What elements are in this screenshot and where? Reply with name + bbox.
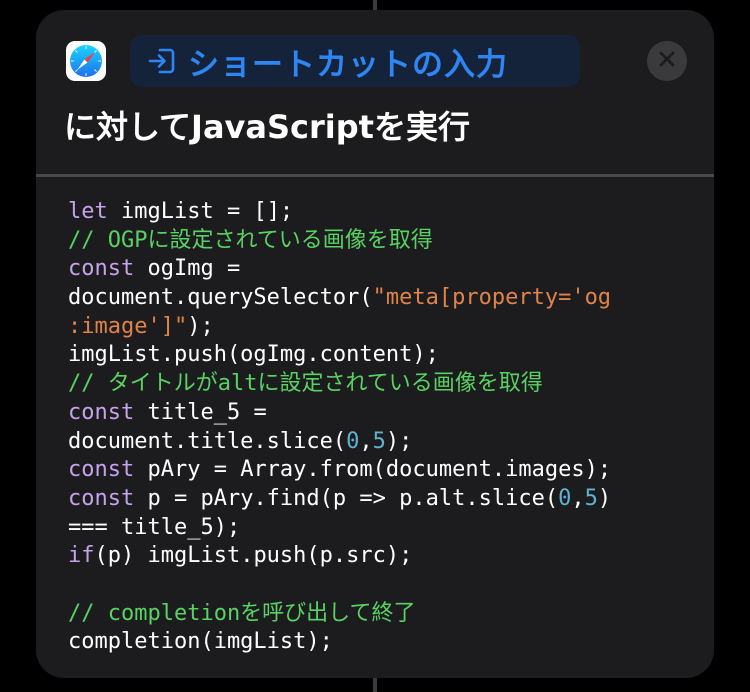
close-icon [659,51,675,71]
code-token: const [68,399,135,425]
code-token: ); [187,313,214,339]
safari-compass-icon [66,41,106,81]
code-line: const ogImg = [68,255,688,284]
header-divider [36,174,714,177]
code-token: // タイトルがaltに設定されている画像を取得 [68,371,543,397]
code-token: // completionを呼び出して終了 [68,600,416,626]
code-token: , [571,485,585,511]
code-line: === title_5); [68,514,688,543]
action-header: ショートカットの入力 に対してJavaScriptを実行 [36,10,714,174]
code-token: document.title.slice( [68,428,347,454]
code-token: const [68,457,135,483]
code-token: (p) imgList.push(p.src); [94,543,413,569]
code-token: p = pAry.find(p => p.alt.slice( [134,485,559,511]
code-line: const pAry = Array.from(document.images)… [68,456,688,485]
flow-connector-top [373,0,377,10]
code-token: ogImg = [134,256,241,282]
shortcut-input-variable-chip[interactable]: ショートカットの入力 [130,35,580,87]
code-line: completion(imgList); [68,628,688,657]
code-token: ); [385,428,413,454]
javascript-code-editor[interactable]: let imgList = [];// OGPに設定されている画像を取得 cons… [68,198,688,657]
code-line: const title_5 = [68,399,688,428]
code-token: 5 [584,485,598,511]
shortcut-input-label: ショートカットの入力 [188,46,508,83]
code-line: if(p) imgList.push(p.src); [68,542,688,571]
code-token: const [68,256,135,282]
code-token: document.querySelector( [68,285,373,311]
code-line: imgList.push(ogImg.content); [68,341,688,370]
action-title: に対してJavaScriptを実行 [64,108,470,146]
code-line: // completionを呼び出して終了 [68,600,688,629]
code-token: if [68,543,95,569]
code-line: // タイトルがaltに設定されている画像を取得 [68,370,688,399]
shortcut-input-icon [148,46,176,76]
code-token: completion(imgList); [68,629,333,655]
code-line: let imgList = []; [68,198,688,227]
code-token: ) [597,485,612,511]
flow-connector-bottom [373,678,377,692]
code-token: 5 [372,428,386,454]
code-token: let [68,199,108,224]
code-token: // OGPに設定されている画像を取得 [68,227,433,253]
code-token: 0 [346,428,360,454]
code-line: :image']"); [68,313,688,342]
code-token: 0 [558,485,572,511]
run-javascript-action-card[interactable]: ショートカットの入力 に対してJavaScriptを実行 let imgList… [36,10,714,678]
remove-action-button[interactable] [647,41,687,81]
code-token: , [359,428,373,454]
code-line: document.querySelector("meta[property='o… [68,284,688,313]
code-token: const [68,485,135,511]
code-token: === title_5); [68,514,241,540]
code-token: imgList = []; [107,199,294,224]
code-token: "meta[property='og [372,285,612,311]
code-token: pAry = Array.from(document.images); [134,457,612,483]
code-token: :image']" [68,313,188,339]
code-line: const p = pAry.find(p => p.alt.slice(0,5… [68,485,688,514]
code-line: document.title.slice(0,5); [68,428,688,457]
code-line: // OGPに設定されている画像を取得 [68,227,688,256]
code-token: imgList.push(ogImg.content); [68,342,439,368]
code-token: title_5 = [134,399,267,425]
